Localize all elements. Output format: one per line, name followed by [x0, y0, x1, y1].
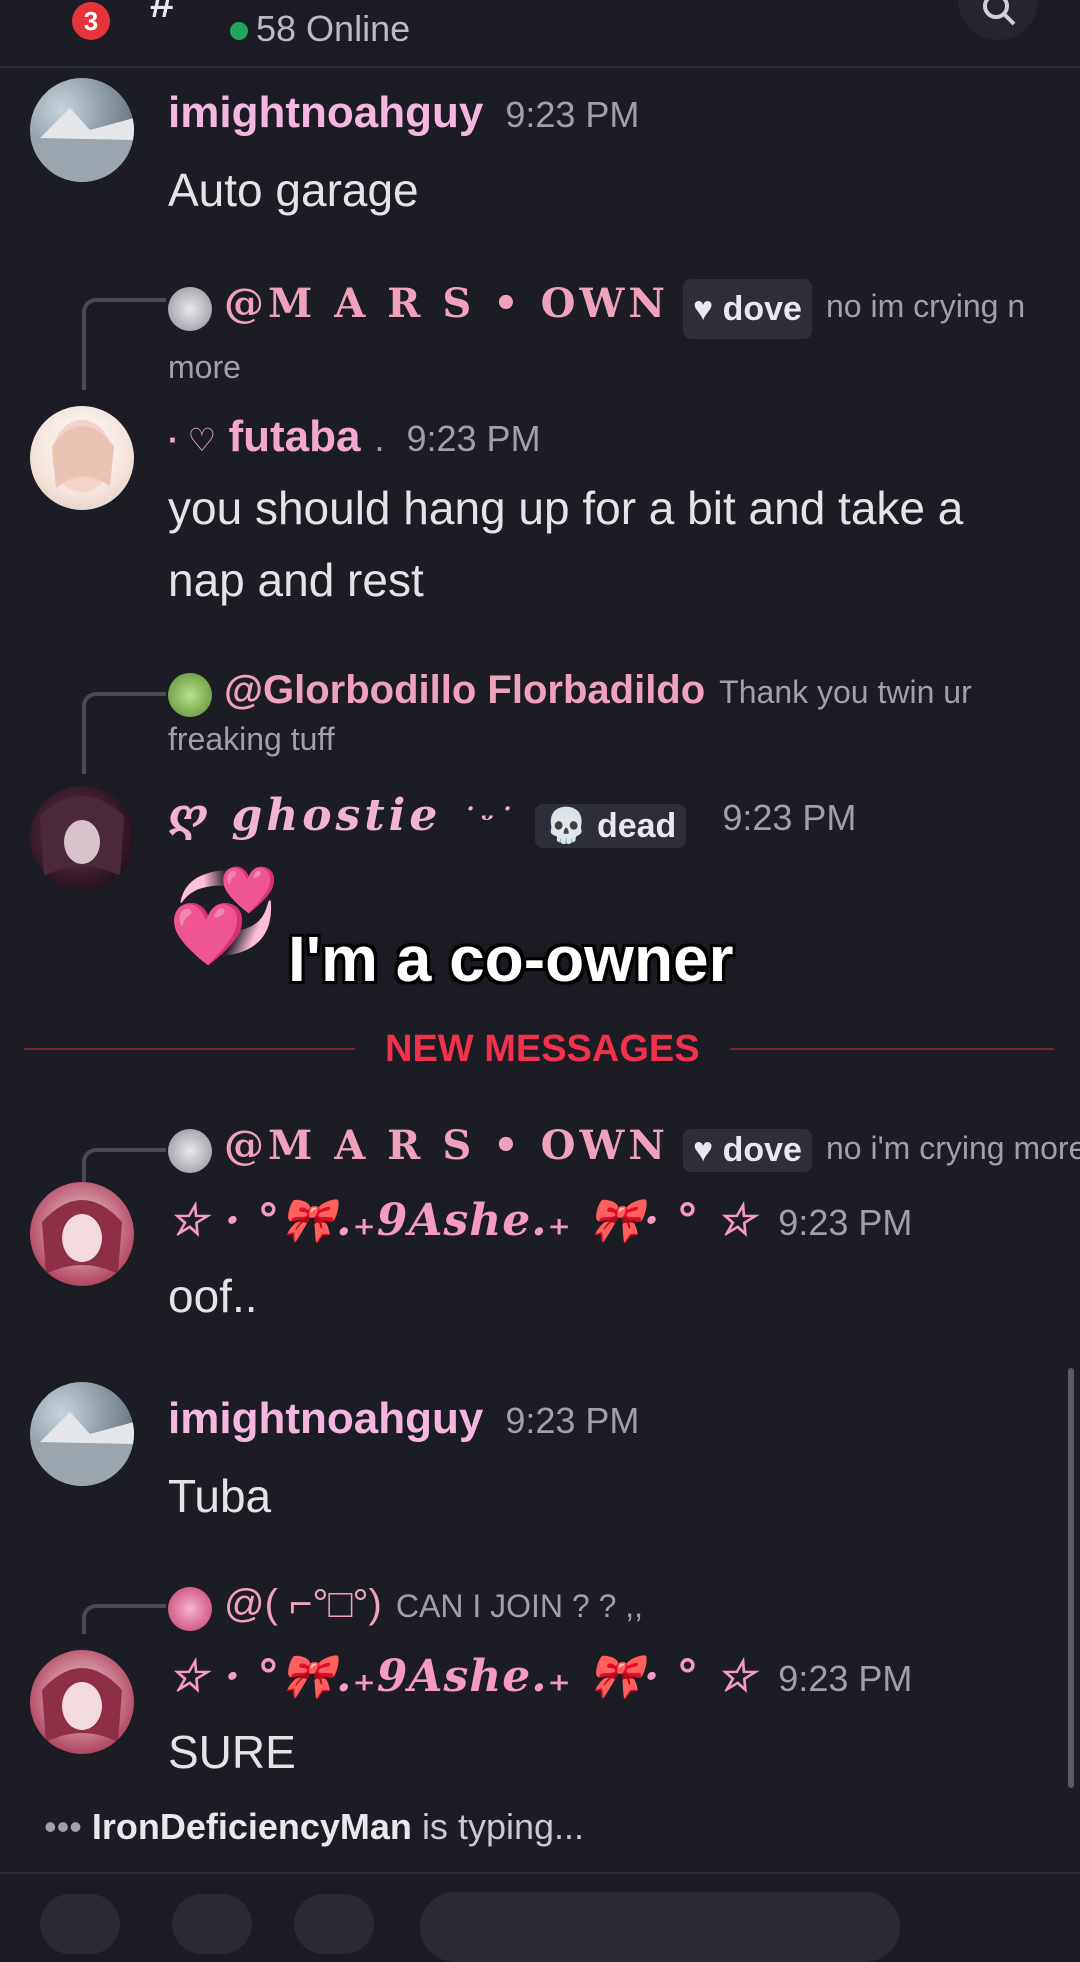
message-text: Auto garage	[168, 164, 419, 216]
avatar[interactable]	[30, 1650, 134, 1754]
message-text: oof..	[168, 1270, 258, 1322]
timestamp: 9:23 PM	[505, 94, 640, 135]
username[interactable]: imightnoahguy	[168, 1394, 483, 1443]
username[interactable]: ღ ghostie ˙ᵕ˙	[168, 790, 517, 841]
message-text: you should hang up for a bit and take a …	[168, 482, 964, 606]
reply-spine	[82, 298, 166, 390]
reply-preview[interactable]: @M A R S • OWN ♥ dove no im crying n more	[168, 276, 1048, 395]
overlay-caption: I'm a co-owner	[288, 923, 734, 995]
typing-text: is typing...	[421, 1806, 585, 1847]
reply-preview[interactable]: @M A R S • OWN ♥ dove no i'm crying more	[168, 1122, 1080, 1173]
avatar[interactable]	[30, 786, 134, 890]
top-bar: 3 # 58 Online	[0, 0, 1080, 68]
plus-button[interactable]	[40, 1894, 120, 1954]
online-dot-icon	[230, 22, 248, 41]
typing-user: IronDeficiencyMan	[91, 1806, 412, 1847]
reply-avatar	[168, 672, 212, 717]
gift-button[interactable]	[294, 1894, 374, 1954]
timestamp: 9:23 PM	[778, 1658, 913, 1699]
message-input[interactable]	[420, 1892, 900, 1962]
reply-username[interactable]: @( ⌐°□°)	[224, 1582, 382, 1626]
reply-text: no i'm crying more	[825, 1130, 1080, 1166]
apps-button[interactable]	[172, 1894, 252, 1954]
username[interactable]: · ♡ futaba	[168, 412, 360, 461]
role-tag: ♥ dove	[682, 1129, 812, 1173]
timestamp: 9:23 PM	[406, 418, 541, 459]
new-messages-label: NEW MESSAGES	[355, 1028, 730, 1071]
reply-preview[interactable]: @( ⌐°□°) CAN I JOIN ? ? ,,	[168, 1582, 643, 1631]
username[interactable]: ☆ · °🎀.₊9Ashe.₊ 🎀· ° ☆	[168, 1651, 756, 1702]
typing-dots-icon: •••	[44, 1806, 82, 1847]
role-tag: 💀 dead	[535, 803, 687, 848]
notification-badge[interactable]: 3	[72, 2, 110, 40]
username[interactable]: ☆ · °🎀.₊9Ashe.₊ 🎀· ° ☆	[168, 1195, 756, 1246]
timestamp: 9:23 PM	[722, 797, 857, 838]
avatar[interactable]	[30, 406, 134, 510]
reply-spine	[82, 692, 166, 774]
avatar[interactable]	[30, 78, 134, 182]
username[interactable]: imightnoahguy	[168, 88, 483, 137]
role-tag: ♥ dove	[682, 278, 812, 339]
reply-username[interactable]: @M A R S • OWN	[224, 1122, 669, 1169]
reply-username[interactable]: @Glorbodillo Florbadildo	[224, 668, 705, 712]
typing-indicator: ••• IronDeficiencyMan is typing...	[44, 1806, 584, 1848]
message-text: SURE	[168, 1726, 296, 1778]
message-emoji: 💞	[168, 866, 281, 966]
reply-username[interactable]: @M A R S • OWN	[224, 280, 669, 327]
username-suffix: .	[374, 418, 385, 459]
reply-avatar	[168, 1586, 212, 1631]
timestamp: 9:23 PM	[505, 1400, 640, 1441]
reply-preview[interactable]: @Glorbodillo Florbadildo Thank you twin u…	[168, 668, 1048, 761]
reply-spine	[82, 1604, 166, 1634]
online-count: 58 Online	[230, 8, 410, 50]
channel-hash-icon: #	[150, 0, 175, 27]
search-button[interactable]	[958, 0, 1038, 40]
timestamp: 9:23 PM	[778, 1202, 913, 1243]
search-icon	[983, 0, 1016, 26]
reply-avatar	[168, 286, 212, 331]
scrollbar[interactable]	[1068, 1368, 1074, 1788]
reply-text: CAN I JOIN ? ? ,,	[395, 1588, 644, 1624]
online-text: 58 Online	[256, 8, 411, 49]
avatar[interactable]	[30, 1382, 134, 1486]
message-text: Tuba	[168, 1470, 272, 1522]
reply-avatar	[168, 1128, 212, 1173]
avatar[interactable]	[30, 1182, 134, 1286]
